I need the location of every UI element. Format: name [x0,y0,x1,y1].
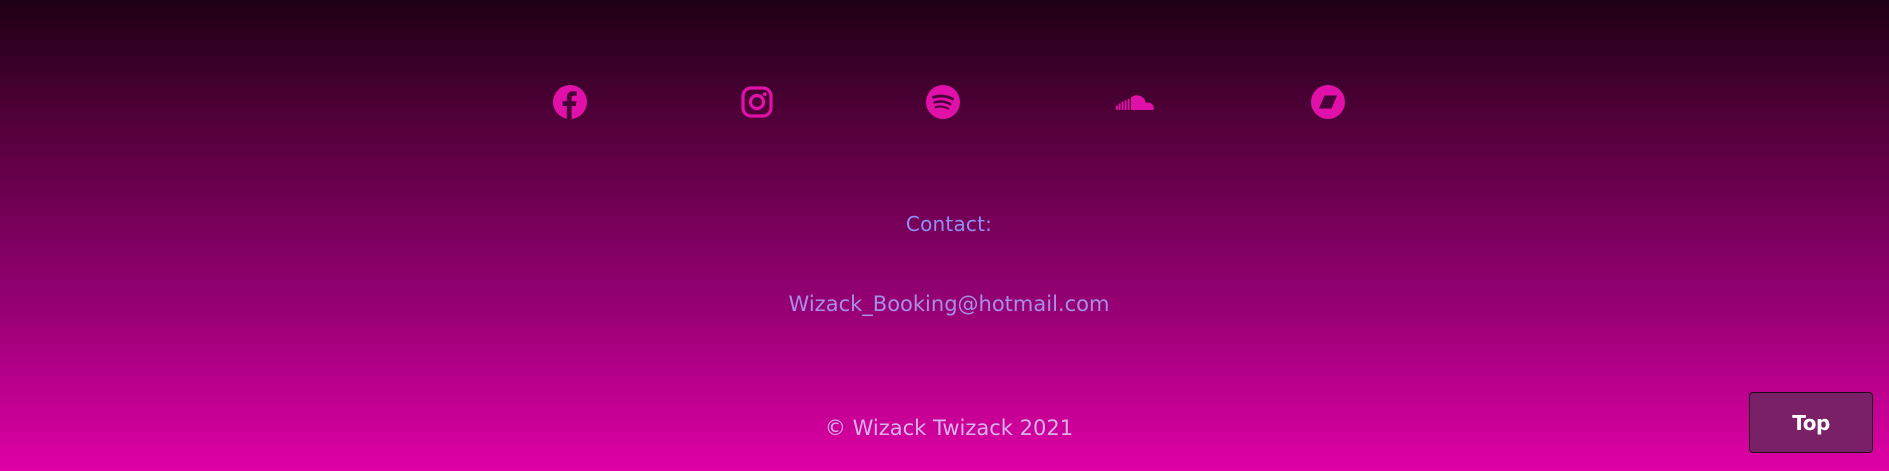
scroll-to-top-button[interactable]: Top [1749,392,1873,453]
spotify-link[interactable] [925,84,961,120]
social-links [0,84,1889,120]
bandcamp-link[interactable] [1310,84,1346,120]
soundcloud-icon [1115,95,1154,110]
bandcamp-icon [1311,85,1345,119]
facebook-link[interactable] [552,84,588,120]
facebook-icon [553,85,587,120]
instagram-icon [741,86,773,118]
contact-email-link[interactable]: Wizack_Booking@hotmail.com [0,292,1889,316]
instagram-link[interactable] [739,84,775,120]
spotify-icon [926,85,960,119]
soundcloud-link[interactable] [1114,84,1158,120]
copyright-text: © Wizack Twizack 2021 [824,416,1074,440]
contact-label: Contact: [905,212,993,236]
